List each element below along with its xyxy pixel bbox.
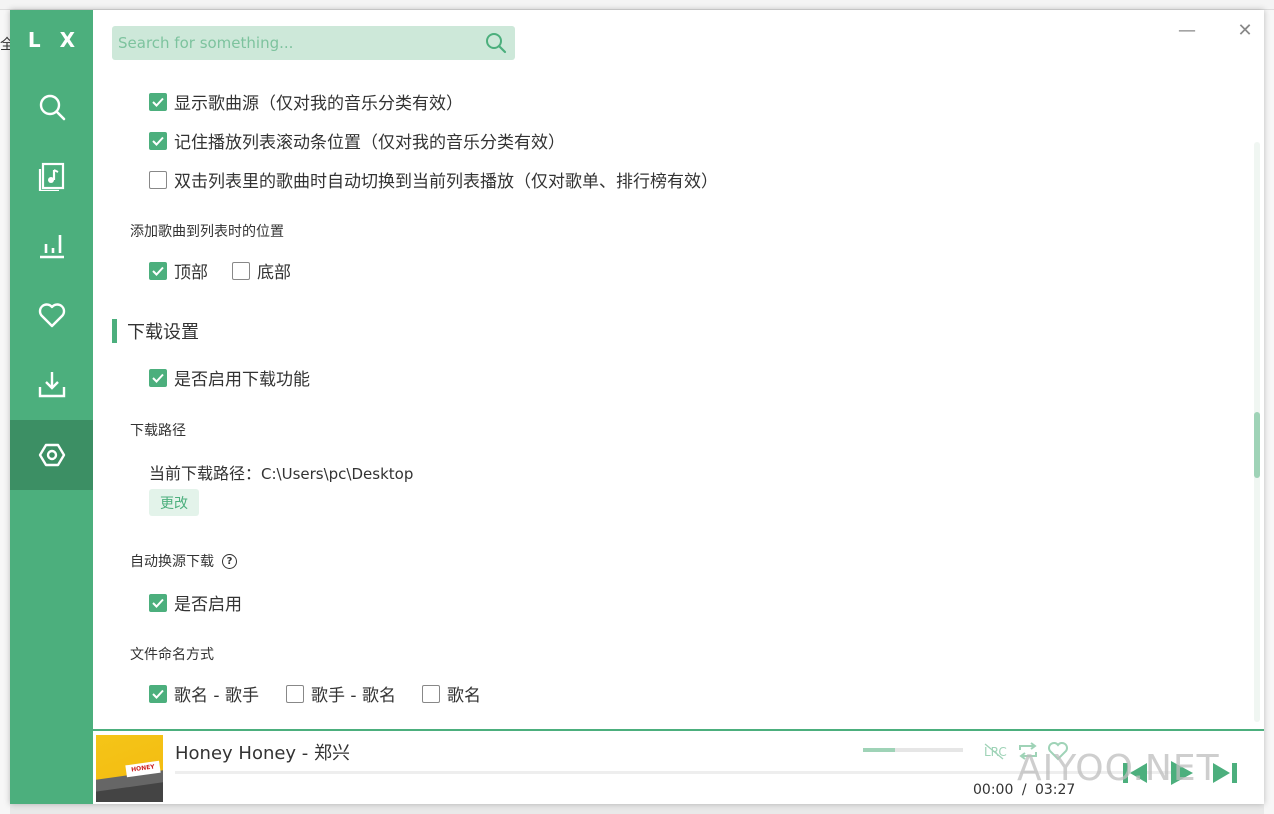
section-download: 下载设置	[112, 318, 199, 344]
checkbox-unchecked[interactable]	[232, 261, 250, 280]
option-label: 歌手 - 歌名	[311, 686, 396, 706]
next-button[interactable]	[1207, 755, 1243, 791]
previous-button[interactable]	[1117, 755, 1153, 791]
option-naming-name-singer[interactable]: 歌名 - 歌手	[149, 681, 259, 706]
current-path: 当前下载路径：C:\Users\pc\Desktop	[149, 460, 413, 484]
nav-search[interactable]	[10, 72, 93, 142]
app-logo: L X	[27, 28, 82, 52]
search-icon	[486, 33, 507, 54]
play-time: 00:00 / 03:27	[973, 782, 1075, 798]
top-bar: — ✕	[93, 10, 1264, 72]
settings-content: 显示歌曲源（仅对我的音乐分类有效） 记住播放列表滚动条位置（仅对我的音乐分类有效…	[93, 72, 1264, 729]
checkmark-icon	[152, 136, 164, 146]
nav-download[interactable]	[10, 349, 93, 419]
favorite-button[interactable]	[1047, 741, 1069, 761]
minimize-button[interactable]: —	[1173, 18, 1201, 42]
option-label: 是否启用	[174, 595, 242, 615]
player-bar: HONEY Honey Honey - 郑兴 LRC 00:00 / 03:27	[93, 729, 1264, 804]
previous-icon	[1123, 763, 1147, 783]
heart-icon	[38, 303, 65, 328]
checkmark-icon	[152, 97, 164, 107]
settings-icon	[38, 443, 65, 467]
background-window-right	[1264, 10, 1274, 814]
time-separator: /	[1021, 782, 1027, 798]
option-label: 歌名	[447, 686, 481, 706]
checkmark-icon	[152, 373, 164, 383]
option-label: 底部	[257, 263, 291, 283]
option-remember-scroll[interactable]: 记住播放列表滚动条位置（仅对我的音乐分类有效）	[149, 128, 565, 153]
album-cover[interactable]: HONEY	[96, 735, 163, 802]
checkbox-checked[interactable]	[149, 92, 167, 111]
auto-switch-label: 自动换源下载 ?	[130, 551, 237, 571]
app-window: L X — ✕ 显示歌	[10, 10, 1264, 804]
checkbox-unchecked[interactable]	[149, 170, 167, 189]
option-enable-download[interactable]: 是否启用下载功能	[149, 365, 310, 390]
option-label: 记住播放列表滚动条位置（仅对我的音乐分类有效）	[174, 133, 565, 153]
current-time: 00:00	[973, 782, 1014, 798]
search-input[interactable]	[112, 26, 481, 60]
auto-switch-text: 自动换源下载	[130, 554, 214, 570]
repeat-icon	[1019, 742, 1037, 760]
search-box	[112, 26, 515, 60]
background-window-top	[0, 0, 1274, 10]
option-add-top[interactable]: 顶部	[149, 258, 208, 283]
section-accent-bar	[112, 319, 117, 343]
heart-icon	[1048, 742, 1068, 761]
change-path-button[interactable]: 更改	[149, 489, 199, 516]
option-label: 歌名 - 歌手	[174, 686, 259, 706]
nav-songlist[interactable]	[10, 141, 93, 211]
nav-settings[interactable]	[10, 420, 93, 490]
help-icon[interactable]: ?	[222, 553, 237, 569]
background-window-left: 全	[0, 10, 14, 814]
scrollbar-thumb[interactable]	[1254, 412, 1260, 478]
song-title: Honey Honey - 郑兴	[175, 743, 351, 764]
option-add-bottom[interactable]: 底部	[232, 258, 291, 283]
current-path-prefix: 当前下载路径：	[149, 464, 262, 483]
play-icon	[1171, 761, 1193, 785]
checkbox-unchecked[interactable]	[286, 684, 304, 703]
play-button[interactable]	[1163, 755, 1199, 791]
sidebar: L X	[10, 10, 93, 804]
repeat-button[interactable]	[1017, 741, 1039, 761]
close-button[interactable]: ✕	[1231, 18, 1259, 42]
checkmark-icon	[152, 689, 164, 699]
next-icon	[1213, 763, 1237, 783]
checkbox-checked[interactable]	[149, 261, 167, 280]
total-time: 03:27	[1034, 782, 1076, 798]
nav-leaderboard[interactable]	[10, 210, 93, 280]
option-dblclick-switch[interactable]: 双击列表里的歌曲时自动切换到当前列表播放（仅对歌单、排行榜有效）	[149, 167, 718, 192]
lrc-icon: LRC	[984, 743, 1007, 760]
volume-slider[interactable]	[863, 748, 963, 752]
chart-bars-icon	[39, 235, 64, 259]
progress-bar[interactable]	[175, 771, 1175, 774]
search-icon	[39, 94, 65, 121]
option-naming-name[interactable]: 歌名	[422, 681, 481, 706]
checkbox-checked[interactable]	[149, 368, 167, 387]
option-auto-switch[interactable]: 是否启用	[149, 590, 242, 615]
option-label: 双击列表里的歌曲时自动切换到当前列表播放（仅对歌单、排行榜有效）	[174, 172, 718, 192]
option-label: 是否启用下载功能	[174, 370, 310, 390]
checkbox-checked[interactable]	[149, 684, 167, 703]
option-label: 顶部	[174, 263, 208, 283]
search-button[interactable]	[481, 28, 511, 58]
checkbox-checked[interactable]	[149, 593, 167, 612]
option-show-source[interactable]: 显示歌曲源（仅对我的音乐分类有效）	[149, 89, 463, 114]
music-list-icon	[38, 162, 64, 191]
option-naming-singer-name[interactable]: 歌手 - 歌名	[286, 681, 396, 706]
option-label: 显示歌曲源（仅对我的音乐分类有效）	[174, 94, 463, 114]
current-path-value: C:\Users\pc\Desktop	[261, 465, 414, 483]
volume-fill	[863, 748, 895, 752]
checkmark-icon	[152, 598, 164, 608]
checkbox-unchecked[interactable]	[422, 684, 440, 703]
checkmark-icon	[152, 266, 164, 276]
lyrics-toggle[interactable]: LRC	[983, 741, 1007, 761]
download-path-label: 下载路径	[130, 423, 186, 439]
checkbox-checked[interactable]	[149, 131, 167, 150]
add-position-label: 添加歌曲到列表时的位置	[130, 224, 284, 240]
section-title: 下载设置	[127, 322, 199, 343]
naming-label: 文件命名方式	[130, 647, 214, 663]
download-icon	[38, 372, 65, 398]
nav-my-music[interactable]	[10, 280, 93, 350]
